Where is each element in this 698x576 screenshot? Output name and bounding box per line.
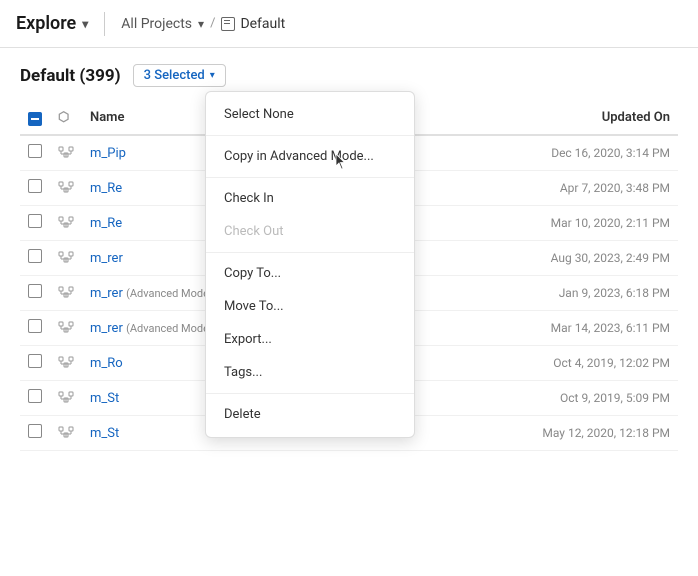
row-type-icon (58, 143, 74, 159)
row-checkbox[interactable] (28, 389, 42, 403)
row-checkbox[interactable] (28, 319, 42, 333)
nav-separator: / (210, 16, 215, 31)
row-checkbox[interactable] (28, 144, 42, 158)
all-projects-nav[interactable]: All Projects ▾ (121, 16, 204, 32)
row-checkbox[interactable] (28, 179, 42, 193)
selected-chevron-icon: ▾ (210, 70, 215, 81)
updated-column-header: Updated On (498, 101, 678, 135)
row-type-icon (58, 423, 74, 439)
selected-badge-button[interactable]: 3 Selected ▾ (133, 64, 226, 87)
default-nav[interactable]: Default (221, 16, 285, 32)
row-date: May 12, 2020, 12:18 PM (542, 426, 670, 440)
context-dropdown-menu: Select None Copy in Advanced Mode... Check… (205, 91, 415, 438)
page-icon (221, 17, 235, 31)
row-name-link[interactable]: m_St (90, 391, 119, 406)
row-name-link[interactable]: m_Re (90, 216, 122, 231)
table-wrapper: ⬡ Name Updated On (20, 101, 678, 451)
projects-label: All Projects (121, 16, 192, 32)
row-date: Aug 30, 2023, 2:49 PM (551, 251, 670, 265)
menu-divider (206, 177, 414, 178)
row-name-link[interactable]: m_rer (90, 251, 123, 266)
selected-label: 3 Selected (144, 68, 205, 83)
row-type-icon (58, 388, 74, 404)
row-checkbox[interactable] (28, 424, 42, 438)
row-name-link[interactable]: m_St (90, 426, 119, 441)
explore-chevron-icon: ▾ (82, 17, 88, 31)
row-checkbox[interactable] (28, 354, 42, 368)
row-name-link[interactable]: m_rer (Advanced Mode) (90, 321, 213, 336)
row-type-icon (58, 283, 74, 299)
row-type-icon (58, 178, 74, 194)
row-date: Dec 16, 2020, 3:14 PM (551, 146, 670, 160)
row-date: Jan 9, 2023, 6:18 PM (559, 286, 670, 300)
menu-item-move-to[interactable]: Move To... (206, 290, 414, 323)
menu-item-select-none[interactable]: Select None (206, 98, 414, 131)
row-date: Oct 4, 2019, 12:02 PM (553, 356, 670, 370)
menu-item-check-out: Check Out (206, 215, 414, 248)
default-label: Default (240, 16, 285, 32)
menu-divider (206, 135, 414, 136)
select-all-checkbox[interactable] (28, 112, 42, 126)
row-date: Apr 7, 2020, 3:48 PM (560, 181, 670, 195)
top-nav: Explore ▾ All Projects ▾ / Default (0, 0, 698, 48)
header-row: Default (399) 3 Selected ▾ (20, 64, 678, 87)
explore-label: Explore (16, 13, 76, 34)
row-checkbox[interactable] (28, 249, 42, 263)
type-icon-header: ⬡ (58, 110, 69, 125)
main-content: Default (399) 3 Selected ▾ ⬡ Name Update… (0, 48, 698, 467)
row-checkbox[interactable] (28, 284, 42, 298)
menu-item-copy-to[interactable]: Copy To... (206, 257, 414, 290)
row-date: Oct 9, 2019, 5:09 PM (560, 391, 670, 405)
row-date: Mar 14, 2023, 6:11 PM (551, 321, 670, 335)
row-name-link[interactable]: m_Ro (90, 356, 123, 371)
row-checkbox[interactable] (28, 214, 42, 228)
menu-item-tags[interactable]: Tags... (206, 356, 414, 389)
nav-divider (104, 12, 105, 36)
menu-item-delete[interactable]: Delete (206, 398, 414, 431)
row-date: Mar 10, 2020, 2:11 PM (551, 216, 670, 230)
projects-chevron-icon: ▾ (198, 17, 204, 31)
row-type-icon (58, 318, 74, 334)
menu-item-copy-advanced[interactable]: Copy in Advanced Mode... (206, 140, 414, 173)
explore-nav[interactable]: Explore ▾ (16, 13, 88, 34)
menu-item-export[interactable]: Export... (206, 323, 414, 356)
menu-item-check-in[interactable]: Check In (206, 182, 414, 215)
row-type-icon (58, 213, 74, 229)
row-type-icon (58, 353, 74, 369)
menu-divider (206, 393, 414, 394)
row-name-link[interactable]: m_rer (Advanced Mode) (90, 286, 213, 301)
row-name-link[interactable]: m_Pip (90, 146, 126, 161)
row-name-link[interactable]: m_Re (90, 181, 122, 196)
menu-divider (206, 252, 414, 253)
row-type-icon (58, 248, 74, 264)
section-title: Default (399) (20, 66, 121, 86)
